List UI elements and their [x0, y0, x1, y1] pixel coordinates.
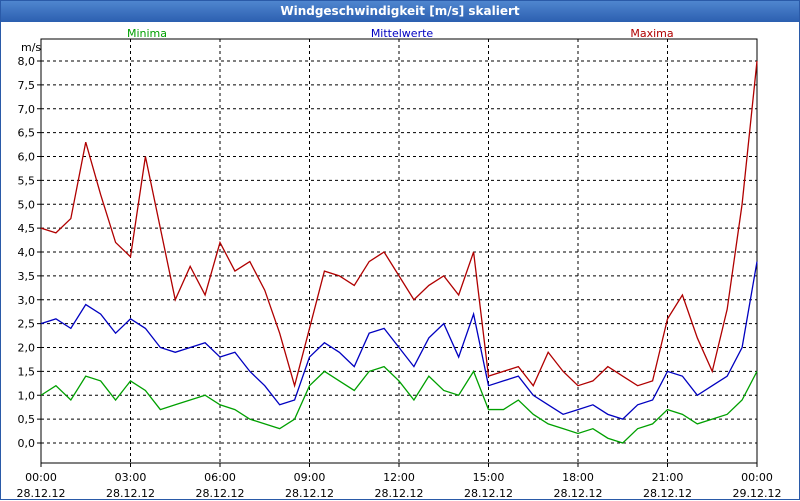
- x-tick-label-time: 06:00: [204, 471, 236, 484]
- y-tick-label: 5,5: [18, 174, 36, 187]
- x-tick-label-date: 28.12.12: [196, 487, 245, 500]
- y-tick-label: 7,0: [18, 103, 36, 116]
- x-tick-label-time: 12:00: [383, 471, 415, 484]
- x-tick-label-date: 28.12.12: [464, 487, 513, 500]
- chart-canvas: 0,0 0,5 1,0 1,5 2,0 2,5 3,0 3,5 4,0 4,5 5,0 5,5 6,0 6…: [17, 27, 782, 500]
- y-axis-label: m/s: [21, 41, 41, 54]
- x-tick-label-date: 28.12.12: [285, 487, 334, 500]
- x-tick-label-date: 28.12.12: [375, 487, 424, 500]
- y-tick-label: 0,0: [18, 437, 36, 450]
- y-tick-label: 2,5: [18, 318, 36, 331]
- x-tick-label-time: 09:00: [294, 471, 326, 484]
- y-tick-label: 1,5: [18, 365, 36, 378]
- y-tick-label: 3,5: [18, 270, 36, 283]
- y-tick-label: 3,0: [18, 294, 36, 307]
- y-tick-label: 6,5: [18, 127, 36, 140]
- legend-maxima: Maxima: [630, 27, 673, 40]
- y-tick-label: 4,0: [18, 246, 36, 259]
- y-tick-label: 8,0: [18, 55, 36, 68]
- series-line-maxima: [40, 60, 758, 389]
- x-tick-label-time: 15:00: [473, 471, 505, 484]
- x-tick-label-date: 29.12.12: [733, 487, 782, 500]
- x-tick-label-date: 28.12.12: [643, 487, 692, 500]
- x-tick-label-time: 03:00: [115, 471, 147, 484]
- y-tick-label: 1,0: [18, 389, 36, 402]
- y-tick-label: 6,0: [18, 151, 36, 164]
- legend-minima: Minima: [127, 27, 167, 40]
- chart-window: Windgeschwindigkeit [m/s] skaliert 0,0 0,…: [0, 0, 800, 500]
- x-tick-label-time: 00:00: [25, 471, 57, 484]
- y-tick-label: 2,0: [18, 342, 36, 355]
- y-tick-label: 5,0: [18, 198, 36, 211]
- x-tick-label-date: 28.12.12: [554, 487, 603, 500]
- x-tick-label-date: 28.12.12: [17, 487, 66, 500]
- x-tick-label-date: 28.12.12: [106, 487, 155, 500]
- x-tick-label-time: 18:00: [562, 471, 594, 484]
- x-tick-label-time: 21:00: [652, 471, 684, 484]
- y-tick-label: 7,5: [18, 79, 36, 92]
- y-tick-label: 0,5: [18, 413, 36, 426]
- legend-mittelwerte: Mittelwerte: [371, 27, 434, 40]
- y-tick-label: 4,5: [18, 222, 36, 235]
- x-tick-label-time: 00:00: [741, 471, 773, 484]
